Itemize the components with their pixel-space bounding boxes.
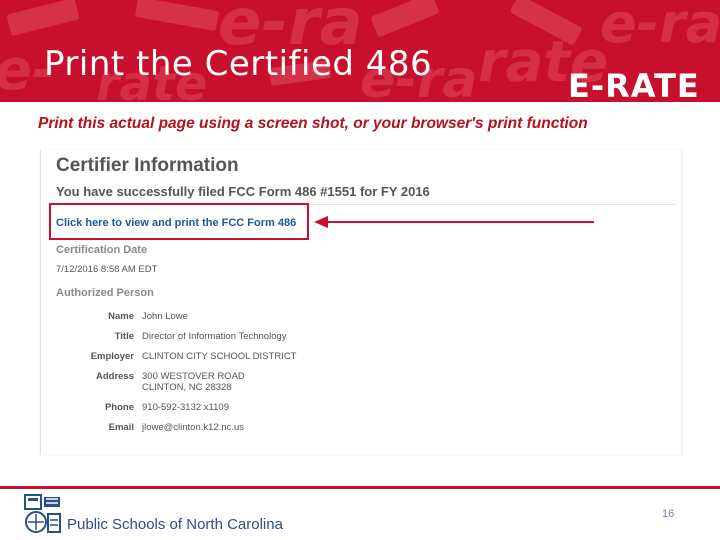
footer-divider xyxy=(0,486,720,489)
page-number: 16 xyxy=(662,508,675,520)
footer-organization: Public Schools of North Carolina xyxy=(67,516,283,533)
pointer-arrow-icon xyxy=(314,216,594,228)
nc-schools-logo-icon xyxy=(24,494,61,533)
